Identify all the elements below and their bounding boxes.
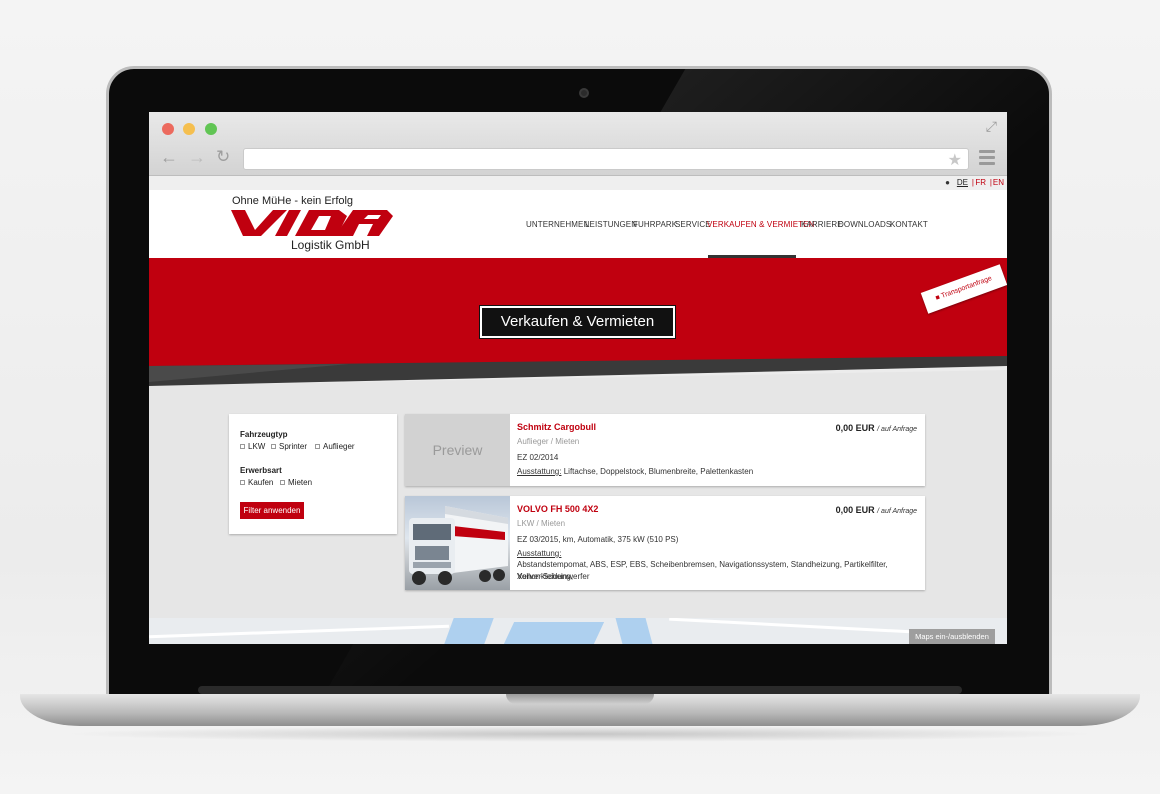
lang-fr-link[interactable]: FR bbox=[975, 178, 986, 187]
listing-title[interactable]: Schmitz Cargobull bbox=[517, 422, 596, 432]
laptop-hinge bbox=[198, 686, 962, 694]
listing-card[interactable]: VOLVO FH 500 4X2 0,00 EUR / auf Anfrage … bbox=[405, 496, 925, 590]
nav-item-kontakt[interactable]: KONTAKT bbox=[890, 220, 928, 229]
lang-en-link[interactable]: EN bbox=[993, 178, 1004, 187]
site-header: Ohne MüHe - kein Erfolg Logistik GmbH UN… bbox=[149, 190, 1007, 258]
lang-de-link[interactable]: DE bbox=[957, 178, 968, 187]
close-window-button[interactable] bbox=[162, 123, 174, 135]
checkbox-lkw[interactable]: LKW bbox=[240, 442, 265, 451]
map-toggle-button[interactable]: Maps ein-/ausblenden bbox=[909, 629, 995, 644]
listing-section: Fahrzeugtyp LKW Sprinter Auflieger Erwer… bbox=[149, 386, 1007, 618]
reload-icon[interactable]: ↻ bbox=[216, 148, 230, 166]
page-title: Verkaufen & Vermieten bbox=[480, 306, 675, 338]
checkbox-mieten[interactable]: Mieten bbox=[280, 478, 312, 487]
nav-item-fuhrpark[interactable]: FUHRPARK bbox=[633, 220, 677, 229]
vida-logo[interactable] bbox=[231, 208, 393, 238]
nav-item-karriere[interactable]: KARRIERE bbox=[801, 220, 843, 229]
bookmark-star-icon[interactable]: ★ bbox=[948, 150, 962, 170]
truck-photo bbox=[409, 506, 508, 585]
globe-icon: ● bbox=[945, 178, 950, 187]
browser-toolbar: ⤢ ← → ↻ ★ bbox=[149, 112, 1007, 176]
vehicle-type-heading: Fahrzeugtyp bbox=[240, 430, 288, 439]
checkbox-auflieger[interactable]: Auflieger bbox=[315, 442, 355, 451]
map-water bbox=[503, 622, 605, 644]
listing-card[interactable]: Preview Schmitz Cargobull 0,00 EUR / auf… bbox=[405, 414, 925, 486]
maximize-window-button[interactable] bbox=[205, 123, 217, 135]
browser-window: ⤢ ← → ↻ ★ ● DE | FR | EN Ohne MüHe - kei… bbox=[149, 112, 1007, 644]
lang-separator: | bbox=[971, 178, 974, 187]
back-arrow-icon[interactable]: ← bbox=[160, 148, 178, 166]
listing-registration: EZ 03/2015, km, Automatik, 375 kW (510 P… bbox=[517, 535, 679, 544]
nav-item-downloads[interactable]: DOWNLOADS bbox=[838, 220, 891, 229]
listing-preview-image[interactable]: Preview bbox=[405, 414, 510, 486]
map-area[interactable]: Maps ein-/ausblenden bbox=[149, 618, 1007, 644]
nav-item-verkaufen-vermieten[interactable]: VERKAUFEN & VERMIETEN bbox=[707, 220, 814, 229]
lang-separator: | bbox=[989, 178, 992, 187]
nav-item-service[interactable]: SERVICE bbox=[675, 220, 711, 229]
checkbox-kaufen[interactable]: Kaufen bbox=[240, 478, 273, 487]
browser-menu-icon[interactable] bbox=[979, 150, 995, 168]
listing-equipment: Ausstattung: Liftachse, Doppelstock, Blu… bbox=[517, 467, 754, 476]
logo-subtitle: Logistik GmbH bbox=[291, 238, 370, 252]
language-bar: ● DE | FR | EN bbox=[149, 176, 1007, 190]
forward-arrow-icon[interactable]: → bbox=[188, 148, 206, 166]
listing-registration: EZ 02/2014 bbox=[517, 453, 559, 462]
nav-item-unternehmen[interactable]: UNTERNEHMEN bbox=[526, 220, 589, 229]
webcam-icon bbox=[579, 88, 589, 98]
acquisition-type-heading: Erwerbsart bbox=[240, 466, 282, 475]
listing-title[interactable]: VOLVO FH 500 4X2 bbox=[517, 504, 598, 514]
listing-price: 0,00 EUR / auf Anfrage bbox=[835, 423, 917, 433]
listing-category: Auflieger / Mieten bbox=[517, 437, 580, 446]
laptop-base bbox=[20, 694, 1140, 726]
logo-slogan: Ohne MüHe - kein Erfolg bbox=[232, 195, 354, 207]
listing-category: LKW / Mieten bbox=[517, 519, 566, 528]
nav-item-leistungen[interactable]: LEISTUNGEN bbox=[585, 220, 637, 229]
listing-equipment-cont: Xenon-Scheinwerfer bbox=[517, 572, 590, 581]
website: ● DE | FR | EN Ohne MüHe - kein Erfolg L… bbox=[149, 176, 1007, 644]
filter-panel: Fahrzeugtyp LKW Sprinter Auflieger Erwer… bbox=[229, 414, 397, 534]
map-road bbox=[149, 624, 449, 639]
listing-price: 0,00 EUR / auf Anfrage bbox=[835, 505, 917, 515]
laptop-shadow bbox=[60, 726, 1100, 742]
listing-truck-image[interactable] bbox=[405, 496, 510, 590]
minimize-window-button[interactable] bbox=[183, 123, 195, 135]
map-water bbox=[615, 618, 653, 644]
checkbox-sprinter[interactable]: Sprinter bbox=[271, 442, 307, 451]
map-water bbox=[444, 618, 494, 644]
fullscreen-icon[interactable]: ⤢ bbox=[986, 118, 997, 135]
apply-filter-button[interactable]: Filter anwenden bbox=[240, 502, 304, 519]
hero-banner: Verkaufen & Vermieten ■ Transportanfrage bbox=[149, 258, 1007, 386]
laptop-notch bbox=[506, 694, 654, 704]
address-bar[interactable]: ★ bbox=[243, 148, 969, 170]
